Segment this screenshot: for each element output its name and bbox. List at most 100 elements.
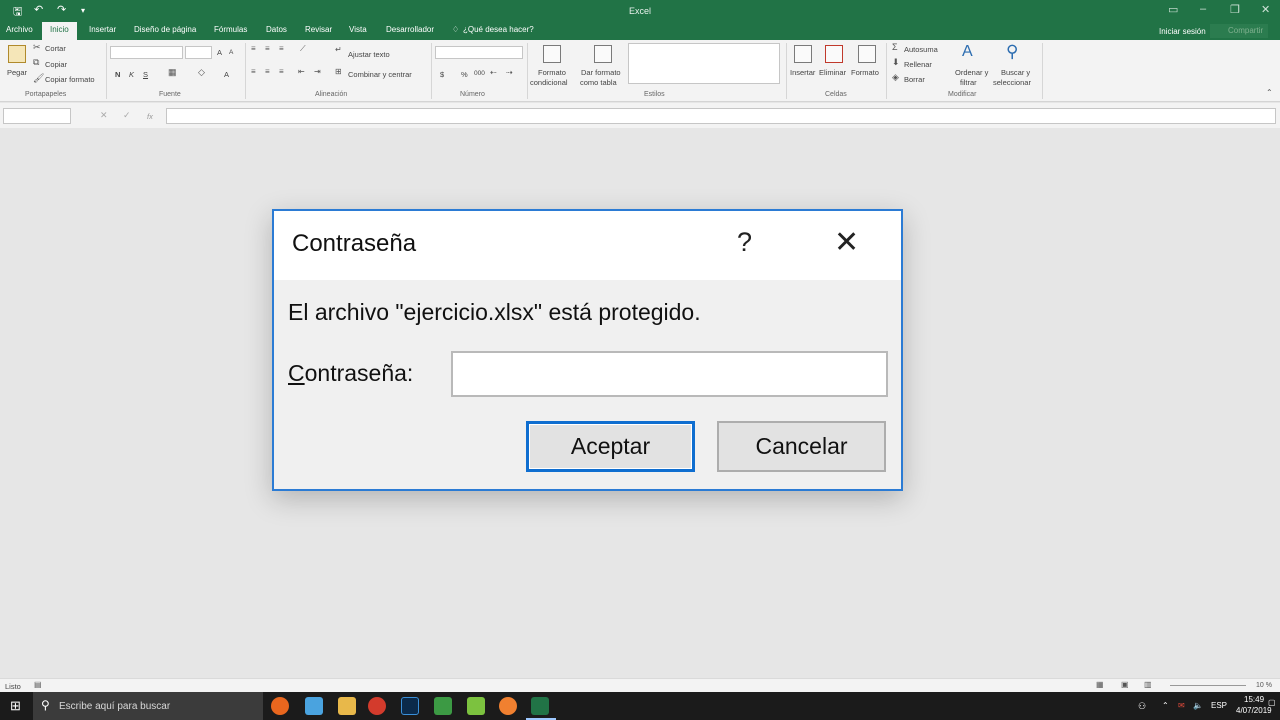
conditional-format-button-line2[interactable]: condicional [530, 78, 568, 87]
currency-button[interactable]: $ [440, 70, 444, 79]
page-layout-view-icon[interactable]: ▣ [1121, 680, 1129, 689]
thousands-button[interactable]: 000 [474, 70, 485, 77]
wrap-text-icon[interactable]: ↵ [335, 45, 342, 54]
tab-formulas[interactable]: Fórmulas [214, 25, 247, 34]
format-as-table-button-line2[interactable]: como tabla [580, 78, 617, 87]
tab-insertar[interactable]: Insertar [89, 25, 116, 34]
share-button[interactable]: Compartir [1210, 24, 1268, 38]
grow-font-button[interactable]: A [217, 48, 222, 57]
conditional-format-icon[interactable] [543, 45, 561, 63]
align-top-icon[interactable]: ≡ [251, 44, 256, 53]
format-cells-button[interactable]: Formato [851, 68, 879, 77]
sort-filter-icon[interactable]: A [962, 43, 973, 61]
cancel-button[interactable]: Cancelar [717, 421, 886, 472]
enter-entry-icon[interactable]: ✓ [123, 110, 131, 121]
cell-styles-gallery[interactable] [628, 43, 780, 84]
number-format-select[interactable] [435, 46, 523, 59]
autosum-icon[interactable]: Σ [892, 42, 898, 52]
align-middle-icon[interactable]: ≡ [265, 44, 270, 53]
sort-filter-button[interactable]: Ordenar y [955, 68, 988, 77]
tab-revisar[interactable]: Revisar [305, 25, 332, 34]
format-as-table-button[interactable]: Dar formato [581, 68, 621, 77]
language-indicator[interactable]: ESP [1211, 701, 1227, 710]
taskbar-search[interactable]: ⚲ Escribe aquí para buscar [33, 692, 263, 720]
copy-button[interactable]: Copiar [45, 60, 67, 69]
photoshop-icon[interactable] [401, 697, 419, 715]
find-select-button-line2[interactable]: seleccionar [993, 78, 1031, 87]
format-cells-icon[interactable] [858, 45, 876, 63]
macro-record-icon[interactable]: ▤ [34, 680, 42, 689]
font-name-select[interactable] [110, 46, 183, 59]
accept-button[interactable]: Aceptar [526, 421, 695, 472]
tab-inicio[interactable]: Inicio [42, 22, 77, 40]
insert-function-button[interactable]: fx [147, 112, 153, 121]
fill-icon[interactable]: ⬇ [892, 57, 900, 68]
minimize-icon[interactable]: – [1200, 3, 1206, 15]
excel-taskbar-icon[interactable] [531, 697, 549, 715]
align-left-icon[interactable]: ≡ [251, 67, 256, 76]
chrome-icon[interactable] [368, 697, 386, 715]
clock-time[interactable]: 15:49 [1244, 695, 1264, 704]
notifications-icon[interactable]: ▢ [1268, 698, 1276, 707]
tray-app-icon[interactable]: ✉ [1178, 701, 1185, 710]
align-bottom-icon[interactable]: ≡ [279, 44, 284, 53]
insert-cells-icon[interactable] [794, 45, 812, 63]
collapse-ribbon-icon[interactable]: ⌃ [1266, 88, 1273, 97]
tray-expand-icon[interactable]: ⌃ [1162, 701, 1169, 710]
font-size-select[interactable] [185, 46, 212, 59]
format-as-table-icon[interactable] [594, 45, 612, 63]
volume-icon[interactable]: 🔈 [1193, 701, 1203, 710]
cancel-entry-icon[interactable]: ✕ [100, 110, 108, 121]
bold-button[interactable]: N [115, 70, 120, 79]
clear-icon[interactable]: ◈ [892, 72, 899, 83]
shrink-font-button[interactable]: A [229, 49, 233, 56]
conditional-format-button[interactable]: Formato [538, 68, 566, 77]
firefox-icon[interactable] [271, 697, 289, 715]
zoom-slider[interactable] [1170, 685, 1246, 686]
tab-vista[interactable]: Vista [349, 25, 367, 34]
increase-decimal-icon[interactable]: ⇠ [490, 68, 497, 77]
password-input[interactable] [451, 351, 888, 397]
insert-cells-button[interactable]: Insertar [790, 68, 815, 77]
tab-desarrollador[interactable]: Desarrollador [386, 25, 434, 34]
paste-button[interactable]: Pegar [7, 68, 27, 77]
tab-datos[interactable]: Datos [266, 25, 287, 34]
align-right-icon[interactable]: ≡ [279, 67, 284, 76]
formula-input[interactable] [166, 108, 1276, 124]
borders-icon[interactable]: ▦ [168, 67, 177, 78]
find-select-icon[interactable]: ⚲ [1006, 42, 1018, 62]
people-icon[interactable]: ⚇ [1138, 701, 1146, 712]
tab-archivo[interactable]: Archivo [6, 25, 33, 34]
file-explorer-icon[interactable] [338, 697, 356, 715]
decrease-indent-icon[interactable]: ⇤ [298, 67, 305, 76]
delete-cells-button[interactable]: Eliminar [819, 68, 846, 77]
clock-date[interactable]: 4/07/2019 [1236, 706, 1272, 715]
windows-start-icon[interactable]: ⊞ [10, 698, 21, 714]
cut-icon[interactable]: ✂ [33, 42, 41, 53]
wrap-text-button[interactable]: Ajustar texto [348, 50, 390, 59]
close-icon[interactable]: ✕ [834, 225, 859, 260]
align-center-icon[interactable]: ≡ [265, 67, 270, 76]
app-orange-icon[interactable] [499, 697, 517, 715]
autosum-button[interactable]: Autosuma [904, 45, 938, 54]
window-close-icon[interactable]: ✕ [1261, 3, 1270, 16]
camtasia-icon[interactable] [434, 697, 452, 715]
clear-button[interactable]: Borrar [904, 75, 925, 84]
tell-me-box[interactable]: ¿Qué desea hacer? [463, 25, 534, 34]
ribbon-display-icon[interactable]: ▭ [1168, 3, 1178, 16]
fill-color-icon[interactable]: ◇ [198, 67, 205, 78]
restore-icon[interactable]: ❐ [1230, 3, 1240, 16]
help-icon[interactable]: ? [737, 227, 752, 258]
merge-center-button[interactable]: Combinar y centrar [348, 70, 412, 79]
orientation-icon[interactable]: ⟋ [300, 44, 306, 54]
notes-app-icon[interactable] [305, 697, 323, 715]
app-green-icon[interactable] [467, 697, 485, 715]
sort-filter-button-line2[interactable]: filtrar [960, 78, 977, 87]
name-box[interactable] [3, 108, 71, 124]
normal-view-icon[interactable]: ▦ [1096, 680, 1104, 689]
zoom-level[interactable]: 10 % [1256, 682, 1272, 689]
tell-me-icon[interactable]: ♢ [452, 25, 459, 34]
increase-indent-icon[interactable]: ⇥ [314, 67, 321, 76]
paste-icon[interactable] [8, 45, 26, 63]
italic-button[interactable]: K [129, 70, 134, 79]
